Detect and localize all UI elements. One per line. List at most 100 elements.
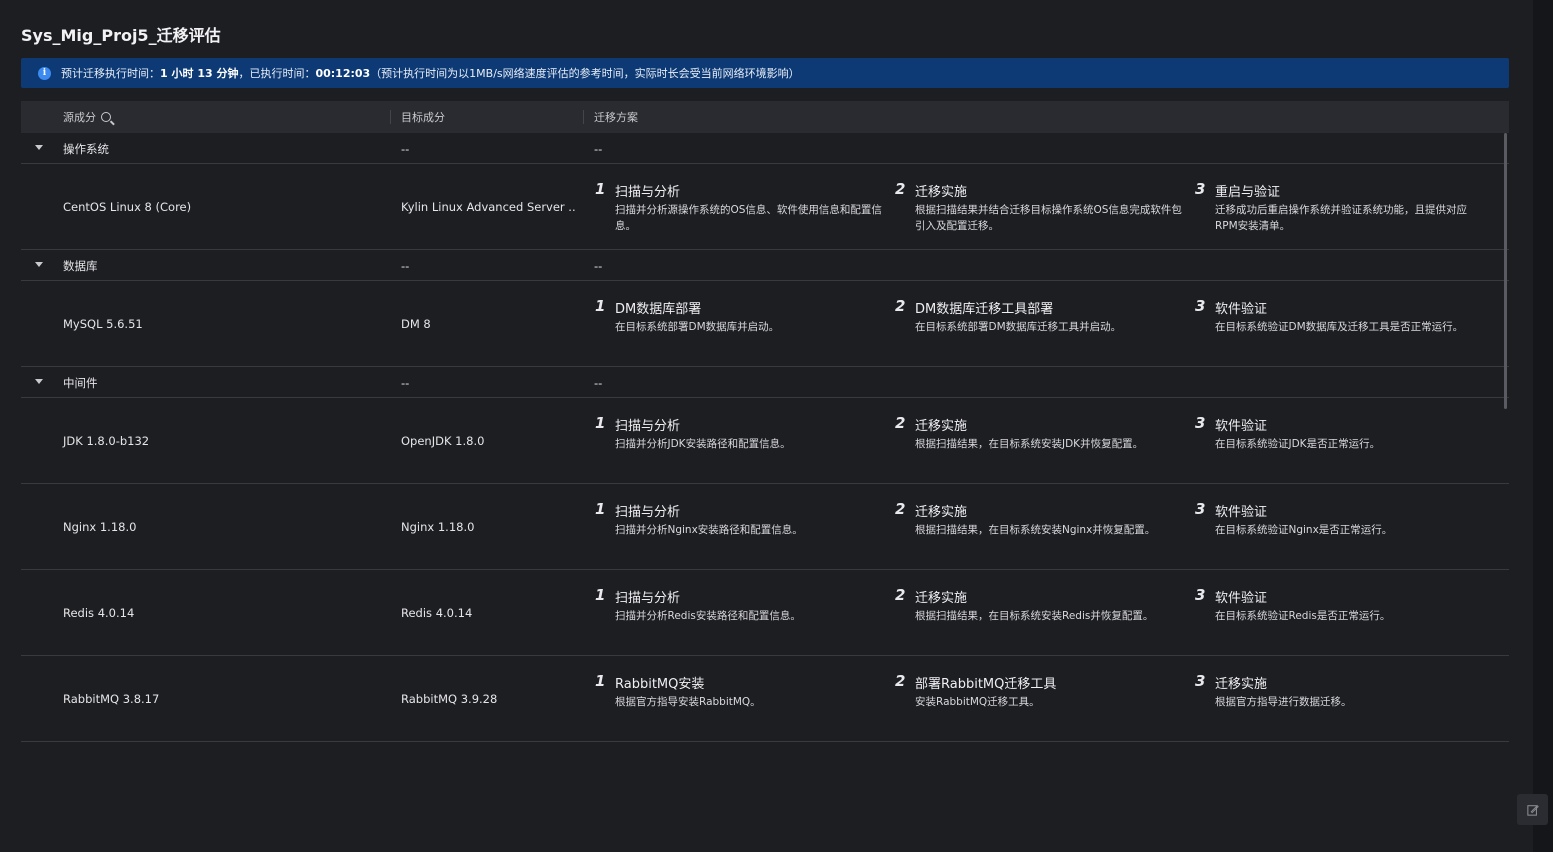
- info-banner: i 预计迁移执行时间： 1 小时 13 分钟 ，已执行时间： 00:12:03 …: [21, 58, 1509, 88]
- banner-elapsed-label: ，已执行时间：: [238, 67, 316, 80]
- group-name: 数据库: [63, 258, 98, 273]
- source-component: Nginx 1.18.0: [63, 519, 137, 534]
- banner-elapsed-value: 00:12:03: [315, 66, 371, 80]
- step-number: 1: [595, 586, 606, 604]
- group-row: 中间件 -- --: [21, 367, 1509, 398]
- step-description: 在目标系统验证Nginx是否正常运行。: [1215, 524, 1393, 536]
- target-component: Redis 4.0.14: [401, 605, 473, 620]
- step-description: 根据官方指导进行数据迁移。: [1215, 696, 1352, 708]
- step-number: 3: [1195, 500, 1206, 518]
- header-source-label: 源成分: [63, 111, 96, 124]
- step-description: 扫描并分析Redis安装路径和配置信息。: [615, 610, 801, 622]
- column-divider[interactable]: [390, 110, 391, 124]
- step-title: 扫描与分析: [615, 505, 681, 520]
- step-number: 2: [895, 414, 906, 432]
- banner-estimated-value: 1 小时 13 分钟: [160, 67, 239, 80]
- table-row: JDK 1.8.0-b132 OpenJDK 1.8.0 1 扫描与分析 扫描并分析JD…: [21, 398, 1509, 484]
- step-description: 在目标系统验证JDK是否正常运行。: [1215, 438, 1381, 450]
- table-row: Redis 4.0.14 Redis 4.0.14 1 扫描与分析扫描并分析Redis…: [21, 570, 1509, 656]
- header-source: 源成分: [63, 101, 111, 133]
- step-title: 迁移实施: [915, 505, 968, 520]
- source-component: Redis 4.0.14: [63, 605, 135, 620]
- group-target: --: [401, 375, 410, 390]
- table-row: RabbitMQ 3.8.17 RabbitMQ 3.9.28 1 RabbitMQ安…: [21, 656, 1509, 742]
- step-title: 软件验证: [1215, 302, 1268, 317]
- source-component: MySQL 5.6.51: [63, 316, 143, 331]
- main-page: Sys_Mig_Proj5_迁移评估 i 预计迁移执行时间： 1 小时 13 分…: [0, 0, 1533, 852]
- step-description: 在目标系统验证DM数据库及迁移工具是否正常运行。: [1215, 321, 1464, 333]
- group-row: 操作系统 -- --: [21, 133, 1509, 164]
- step-number: 2: [895, 297, 906, 315]
- step-description: 根据扫描结果并结合迁移目标操作系统OS信息完成软件包引入及配置迁移。: [915, 204, 1182, 232]
- target-component: Kylin Linux Advanced Server ...: [401, 199, 576, 214]
- group-plan: --: [594, 258, 603, 273]
- vertical-scrollbar[interactable]: [1504, 133, 1507, 409]
- source-component: RabbitMQ 3.8.17: [63, 691, 160, 706]
- step-title: 部署RabbitMQ迁移工具: [915, 677, 1057, 692]
- source-component: CentOS Linux 8 (Core): [63, 199, 192, 214]
- step-number: 2: [895, 500, 906, 518]
- step-title: 扫描与分析: [615, 185, 681, 200]
- step-description: 在目标系统部署DM数据库迁移工具并启动。: [915, 321, 1122, 333]
- target-component: DM 8: [401, 316, 431, 331]
- step-number: 1: [595, 500, 606, 518]
- migration-table: 源成分 目标成分 迁移方案 操作系统 -- -- CentOS Linux 8 (Co…: [21, 101, 1509, 742]
- step-number: 2: [895, 180, 906, 198]
- header-target: 目标成分: [401, 111, 445, 124]
- step-number: 3: [1195, 414, 1206, 432]
- group-name: 中间件: [63, 375, 98, 390]
- step-number: 2: [895, 586, 906, 604]
- step-description: 根据官方指导安装RabbitMQ。: [615, 696, 761, 708]
- step-description: 根据扫描结果，在目标系统安装Redis并恢复配置。: [915, 610, 1154, 622]
- step-description: 扫描并分析JDK安装路径和配置信息。: [615, 438, 791, 450]
- caret-down-icon[interactable]: [35, 262, 43, 267]
- table-row: MySQL 5.6.51 DM 8 1 DM数据库部署在目标系统部署DM数据库并启动。…: [21, 281, 1509, 367]
- step-title: 迁移实施: [915, 419, 968, 434]
- group-target: --: [401, 258, 410, 273]
- group-name: 操作系统: [63, 141, 109, 156]
- step-number: 3: [1195, 586, 1206, 604]
- right-edge-panel: [1533, 0, 1553, 852]
- step-description: 迁移成功后重启操作系统并验证系统功能，且提供对应RPM安装清单。: [1215, 204, 1467, 232]
- step-description: 在目标系统部署DM数据库并启动。: [615, 321, 780, 333]
- table-row: Nginx 1.18.0 Nginx 1.18.0 1 扫描与分析 扫描并分析Nginx…: [21, 484, 1509, 570]
- step-number: 1: [595, 672, 606, 690]
- step-number: 3: [1195, 672, 1206, 690]
- caret-down-icon[interactable]: [35, 379, 43, 384]
- page-title: Sys_Mig_Proj5_迁移评估: [21, 26, 221, 45]
- step-title: RabbitMQ安装: [615, 677, 705, 692]
- search-icon[interactable]: [101, 112, 111, 122]
- feedback-button[interactable]: [1517, 794, 1548, 825]
- step-description: 扫描并分析Nginx安装路径和配置信息。: [615, 524, 803, 536]
- group-row: 数据库 -- --: [21, 250, 1509, 281]
- group-plan: --: [594, 141, 603, 156]
- step-title: 迁移实施: [915, 185, 968, 200]
- step-title: 软件验证: [1215, 419, 1268, 434]
- edit-icon: [1526, 804, 1539, 816]
- step-title: DM数据库迁移工具部署: [915, 302, 1054, 317]
- step-title: 软件验证: [1215, 505, 1268, 520]
- target-component: RabbitMQ 3.9.28: [401, 691, 498, 706]
- step-title: DM数据库部署: [615, 302, 702, 317]
- step-description: 根据扫描结果，在目标系统安装Nginx并恢复配置。: [915, 524, 1156, 536]
- step-description: 在目标系统验证Redis是否正常运行。: [1215, 610, 1391, 622]
- step-description: 安装RabbitMQ迁移工具。: [915, 696, 1040, 708]
- group-target: --: [401, 141, 410, 156]
- step-number: 2: [895, 672, 906, 690]
- step-title: 扫描与分析: [615, 419, 681, 434]
- info-icon: i: [38, 66, 51, 80]
- banner-estimated-label: 预计迁移执行时间：: [61, 67, 160, 80]
- step-number: 3: [1195, 180, 1206, 198]
- step-title: 迁移实施: [1215, 677, 1268, 692]
- step-number: 1: [595, 297, 606, 315]
- caret-down-icon[interactable]: [35, 145, 43, 150]
- banner-note: （预计执行时间为以1MB/s网络速度评估的参考时间，实际时长会受当前网络环境影响…: [370, 67, 800, 80]
- header-plan: 迁移方案: [594, 111, 638, 124]
- step-title: 软件验证: [1215, 591, 1268, 606]
- step-number: 3: [1195, 297, 1206, 315]
- step-title: 扫描与分析: [615, 591, 681, 606]
- step-title: 迁移实施: [915, 591, 968, 606]
- column-divider[interactable]: [583, 110, 584, 124]
- step-title: 重启与验证: [1215, 185, 1281, 200]
- step-description: 根据扫描结果，在目标系统安装JDK并恢复配置。: [915, 438, 1144, 450]
